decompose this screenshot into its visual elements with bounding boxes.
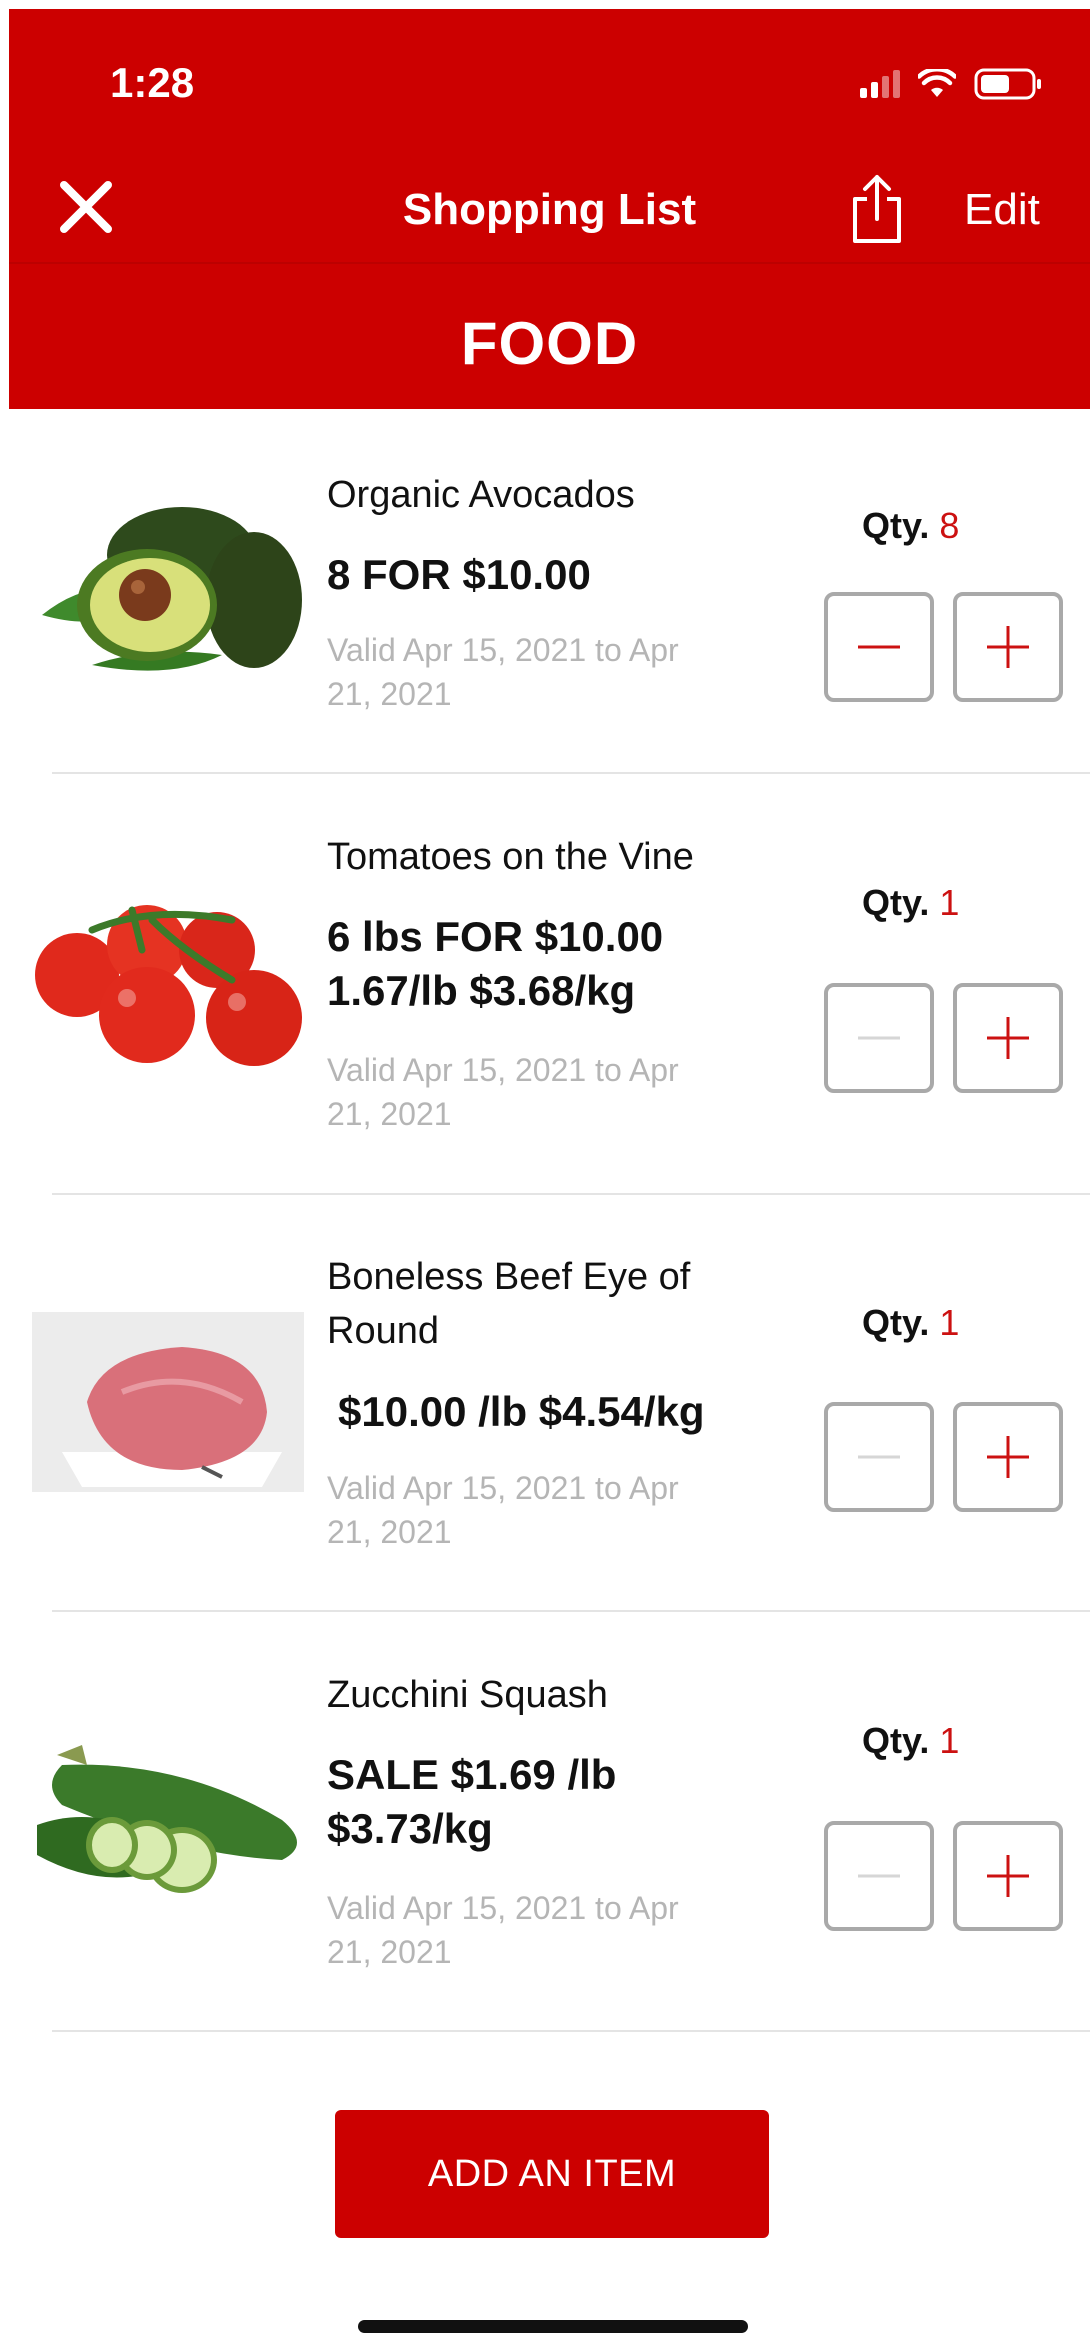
cellular-signal-icon [860,70,900,98]
item-qty: Qty. 8 [862,505,960,546]
home-indicator [358,2320,748,2333]
divider [52,2030,1090,2032]
header-divider [9,262,1090,264]
header: 1:28 Shopping List Edit FOOD [9,9,1090,409]
page-title: Shopping List [402,185,697,234]
zucchini-image [37,1745,297,1893]
decrease-qty-button[interactable] [824,592,934,702]
increase-qty-button[interactable] [953,592,1063,702]
avocado-image [42,507,302,671]
plus-icon [987,1017,1029,1059]
battery-icon [974,67,1044,101]
divider [52,1610,1090,1612]
increase-qty-button[interactable] [953,1821,1063,1931]
item-valid-dates: Valid Apr 15, 2021 to Apr 21, 2021 [327,632,679,712]
decrease-qty-button[interactable] [824,1402,934,1512]
item-valid-dates: Valid Apr 15, 2021 to Apr 21, 2021 [327,1470,679,1550]
section-title: FOOD [460,310,639,377]
beef-image [32,1312,304,1492]
item-name: Organic Avocados [327,474,635,516]
item-valid-dates: Valid Apr 15, 2021 to Apr 21, 2021 [327,1052,679,1132]
item-valid-dates: Valid Apr 15, 2021 to Apr 21, 2021 [327,1890,679,1970]
minus-icon [858,1455,900,1459]
item-price: 8 FOR $10.00 [327,551,591,598]
share-icon [853,175,901,243]
item-qty: Qty. 1 [862,882,960,923]
increase-qty-button[interactable] [953,1402,1063,1512]
item-price: 6 lbs FOR $10.00 1.67/lb $3.68/kg [327,913,664,1014]
edit-button[interactable]: Edit [964,185,1040,235]
item-name: Tomatoes on the Vine [327,836,694,878]
status-icons [860,67,1044,101]
divider [52,1193,1090,1195]
decrease-qty-button[interactable] [824,1821,934,1931]
plus-icon [987,1855,1029,1897]
item-qty: Qty. 1 [862,1720,960,1761]
status-time: 1:28 [110,59,195,106]
item-price: $10.00 /lb $4.54/kg [338,1388,705,1435]
item-name: Zucchini Squash [327,1674,608,1716]
share-button[interactable] [844,169,910,249]
minus-icon [858,1036,900,1040]
minus-icon [858,1874,900,1878]
item-price: SALE $1.69 /lb $3.73/kg [327,1751,617,1852]
item-qty: Qty. 1 [862,1302,960,1343]
close-icon [60,181,112,233]
wifi-icon [918,69,956,99]
tomatoes-image [35,905,302,1066]
add-item-button[interactable]: ADD AN ITEM [335,2110,769,2238]
divider [52,772,1090,774]
close-button[interactable] [53,174,119,240]
plus-icon [987,1436,1029,1478]
item-name: Boneless Beef Eye of Round [327,1256,691,1352]
decrease-qty-button[interactable] [824,983,934,1093]
increase-qty-button[interactable] [953,983,1063,1093]
plus-icon [987,626,1029,668]
minus-icon [858,645,900,649]
